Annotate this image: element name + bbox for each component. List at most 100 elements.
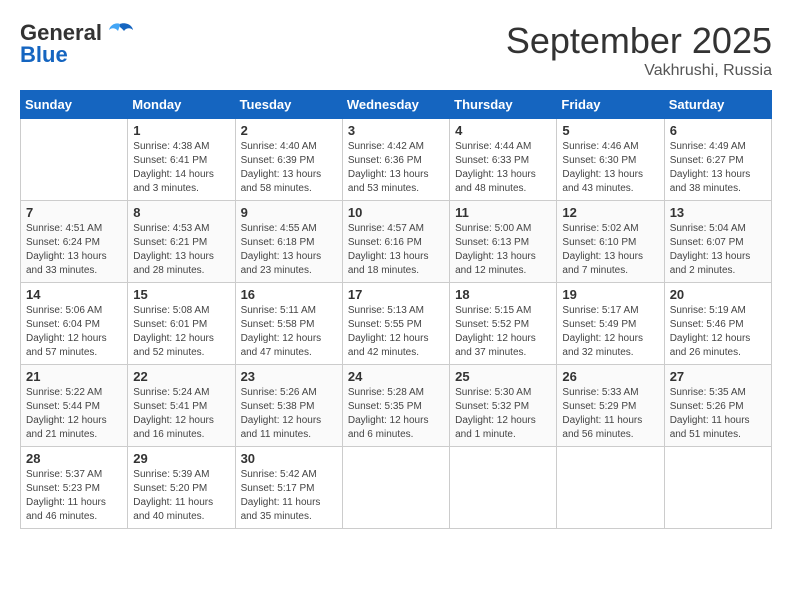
- day-number: 12: [562, 205, 658, 220]
- day-cell: 2 Sunrise: 4:40 AMSunset: 6:39 PMDaylight…: [235, 119, 342, 201]
- weekday-header-row: SundayMondayTuesdayWednesdayThursdayFrid…: [21, 91, 772, 119]
- day-number: 26: [562, 369, 658, 384]
- calendar-table: SundayMondayTuesdayWednesdayThursdayFrid…: [20, 90, 772, 529]
- day-number: 1: [133, 123, 229, 138]
- day-info: Sunrise: 5:15 AMSunset: 5:52 PMDaylight:…: [455, 304, 551, 360]
- day-cell: 13 Sunrise: 5:04 AMSunset: 6:07 PMDayligh…: [664, 201, 771, 283]
- day-info: Sunrise: 5:26 AMSunset: 5:38 PMDaylight:…: [241, 386, 337, 442]
- day-cell: 8 Sunrise: 4:53 AMSunset: 6:21 PMDaylight…: [128, 201, 235, 283]
- day-cell: 22Sunrise: 5:24 AMSunset: 5:41 PMDayligh…: [128, 365, 235, 447]
- day-cell: 20Sunrise: 5:19 AMSunset: 5:46 PMDayligh…: [664, 283, 771, 365]
- day-cell: 19Sunrise: 5:17 AMSunset: 5:49 PMDayligh…: [557, 283, 664, 365]
- day-info: Sunrise: 5:22 AMSunset: 5:44 PMDaylight:…: [26, 386, 122, 442]
- day-number: 4: [455, 123, 551, 138]
- day-cell: 26 Sunrise: 5:33 AMSunset: 5:29 PMDayligh…: [557, 365, 664, 447]
- day-info: Sunrise: 5:28 AMSunset: 5:35 PMDaylight:…: [348, 386, 444, 442]
- day-cell: 5 Sunrise: 4:46 AMSunset: 6:30 PMDaylight…: [557, 119, 664, 201]
- day-info: Sunrise: 4:49 AMSunset: 6:27 PMDaylight:…: [670, 140, 766, 196]
- day-number: 28: [26, 451, 122, 466]
- day-number: 13: [670, 205, 766, 220]
- day-number: 23: [241, 369, 337, 384]
- day-cell: 10Sunrise: 4:57 AMSunset: 6:16 PMDayligh…: [342, 201, 449, 283]
- day-cell: [664, 447, 771, 529]
- day-cell: [557, 447, 664, 529]
- day-info: Sunrise: 5:33 AMSunset: 5:29 PMDaylight:…: [562, 386, 658, 442]
- day-info: Sunrise: 5:11 AMSunset: 5:58 PMDaylight:…: [241, 304, 337, 360]
- day-info: Sunrise: 4:42 AMSunset: 6:36 PMDaylight:…: [348, 140, 444, 196]
- day-info: Sunrise: 5:04 AMSunset: 6:07 PMDaylight:…: [670, 222, 766, 278]
- title-block: September 2025 Vakhrushi, Russia: [506, 20, 772, 80]
- day-info: Sunrise: 4:40 AMSunset: 6:39 PMDaylight:…: [241, 140, 337, 196]
- day-cell: 16 Sunrise: 5:11 AMSunset: 5:58 PMDayligh…: [235, 283, 342, 365]
- day-cell: 23 Sunrise: 5:26 AMSunset: 5:38 PMDayligh…: [235, 365, 342, 447]
- day-number: 20: [670, 287, 766, 302]
- day-info: Sunrise: 4:51 AMSunset: 6:24 PMDaylight:…: [26, 222, 122, 278]
- day-number: 24: [348, 369, 444, 384]
- day-cell: 17Sunrise: 5:13 AMSunset: 5:55 PMDayligh…: [342, 283, 449, 365]
- day-number: 10: [348, 205, 444, 220]
- day-cell: 28 Sunrise: 5:37 AMSunset: 5:23 PMDayligh…: [21, 447, 128, 529]
- day-cell: 27 Sunrise: 5:35 AMSunset: 5:26 PMDayligh…: [664, 365, 771, 447]
- day-cell: 15Sunrise: 5:08 AMSunset: 6:01 PMDayligh…: [128, 283, 235, 365]
- day-number: 2: [241, 123, 337, 138]
- week-row-3: 14 Sunrise: 5:06 AMSunset: 6:04 PMDayligh…: [21, 283, 772, 365]
- weekday-header-monday: Monday: [128, 91, 235, 119]
- day-number: 8: [133, 205, 229, 220]
- week-row-5: 28 Sunrise: 5:37 AMSunset: 5:23 PMDayligh…: [21, 447, 772, 529]
- day-number: 18: [455, 287, 551, 302]
- day-info: Sunrise: 5:02 AMSunset: 6:10 PMDaylight:…: [562, 222, 658, 278]
- day-info: Sunrise: 4:44 AMSunset: 6:33 PMDaylight:…: [455, 140, 551, 196]
- week-row-2: 7Sunrise: 4:51 AMSunset: 6:24 PMDaylight…: [21, 201, 772, 283]
- weekday-header-friday: Friday: [557, 91, 664, 119]
- day-info: Sunrise: 4:46 AMSunset: 6:30 PMDaylight:…: [562, 140, 658, 196]
- day-number: 5: [562, 123, 658, 138]
- day-info: Sunrise: 5:35 AMSunset: 5:26 PMDaylight:…: [670, 386, 766, 442]
- day-cell: 25Sunrise: 5:30 AMSunset: 5:32 PMDayligh…: [450, 365, 557, 447]
- day-number: 6: [670, 123, 766, 138]
- location: Vakhrushi, Russia: [506, 62, 772, 80]
- day-cell: 9Sunrise: 4:55 AMSunset: 6:18 PMDaylight…: [235, 201, 342, 283]
- day-info: Sunrise: 5:13 AMSunset: 5:55 PMDaylight:…: [348, 304, 444, 360]
- day-number: 22: [133, 369, 229, 384]
- day-number: 29: [133, 451, 229, 466]
- day-cell: 4 Sunrise: 4:44 AMSunset: 6:33 PMDaylight…: [450, 119, 557, 201]
- weekday-header-saturday: Saturday: [664, 91, 771, 119]
- day-info: Sunrise: 4:53 AMSunset: 6:21 PMDaylight:…: [133, 222, 229, 278]
- day-cell: 6 Sunrise: 4:49 AMSunset: 6:27 PMDaylight…: [664, 119, 771, 201]
- day-cell: [21, 119, 128, 201]
- day-number: 14: [26, 287, 122, 302]
- day-cell: 1 Sunrise: 4:38 AMSunset: 6:41 PMDaylight…: [128, 119, 235, 201]
- logo-text-blue: Blue: [20, 42, 68, 68]
- day-cell: 18 Sunrise: 5:15 AMSunset: 5:52 PMDayligh…: [450, 283, 557, 365]
- day-number: 30: [241, 451, 337, 466]
- day-number: 16: [241, 287, 337, 302]
- day-cell: 24 Sunrise: 5:28 AMSunset: 5:35 PMDayligh…: [342, 365, 449, 447]
- day-number: 11: [455, 205, 551, 220]
- day-cell: 3Sunrise: 4:42 AMSunset: 6:36 PMDaylight…: [342, 119, 449, 201]
- logo: General Blue: [20, 20, 134, 68]
- weekday-header-thursday: Thursday: [450, 91, 557, 119]
- day-number: 19: [562, 287, 658, 302]
- day-info: Sunrise: 5:30 AMSunset: 5:32 PMDaylight:…: [455, 386, 551, 442]
- day-info: Sunrise: 4:55 AMSunset: 6:18 PMDaylight:…: [241, 222, 337, 278]
- logo-bird-icon: [106, 22, 134, 44]
- weekday-header-tuesday: Tuesday: [235, 91, 342, 119]
- day-info: Sunrise: 5:37 AMSunset: 5:23 PMDaylight:…: [26, 468, 122, 524]
- day-info: Sunrise: 4:38 AMSunset: 6:41 PMDaylight:…: [133, 140, 229, 196]
- week-row-4: 21 Sunrise: 5:22 AMSunset: 5:44 PMDayligh…: [21, 365, 772, 447]
- day-cell: 12 Sunrise: 5:02 AMSunset: 6:10 PMDayligh…: [557, 201, 664, 283]
- day-info: Sunrise: 5:00 AMSunset: 6:13 PMDaylight:…: [455, 222, 551, 278]
- day-cell: [342, 447, 449, 529]
- day-info: Sunrise: 5:42 AMSunset: 5:17 PMDaylight:…: [241, 468, 337, 524]
- day-info: Sunrise: 5:06 AMSunset: 6:04 PMDaylight:…: [26, 304, 122, 360]
- day-number: 27: [670, 369, 766, 384]
- day-info: Sunrise: 5:08 AMSunset: 6:01 PMDaylight:…: [133, 304, 229, 360]
- weekday-header-sunday: Sunday: [21, 91, 128, 119]
- day-cell: 11 Sunrise: 5:00 AMSunset: 6:13 PMDayligh…: [450, 201, 557, 283]
- day-cell: 29Sunrise: 5:39 AMSunset: 5:20 PMDayligh…: [128, 447, 235, 529]
- month-title: September 2025: [506, 20, 772, 62]
- weekday-header-wednesday: Wednesday: [342, 91, 449, 119]
- day-cell: [450, 447, 557, 529]
- week-row-1: 1 Sunrise: 4:38 AMSunset: 6:41 PMDaylight…: [21, 119, 772, 201]
- day-number: 21: [26, 369, 122, 384]
